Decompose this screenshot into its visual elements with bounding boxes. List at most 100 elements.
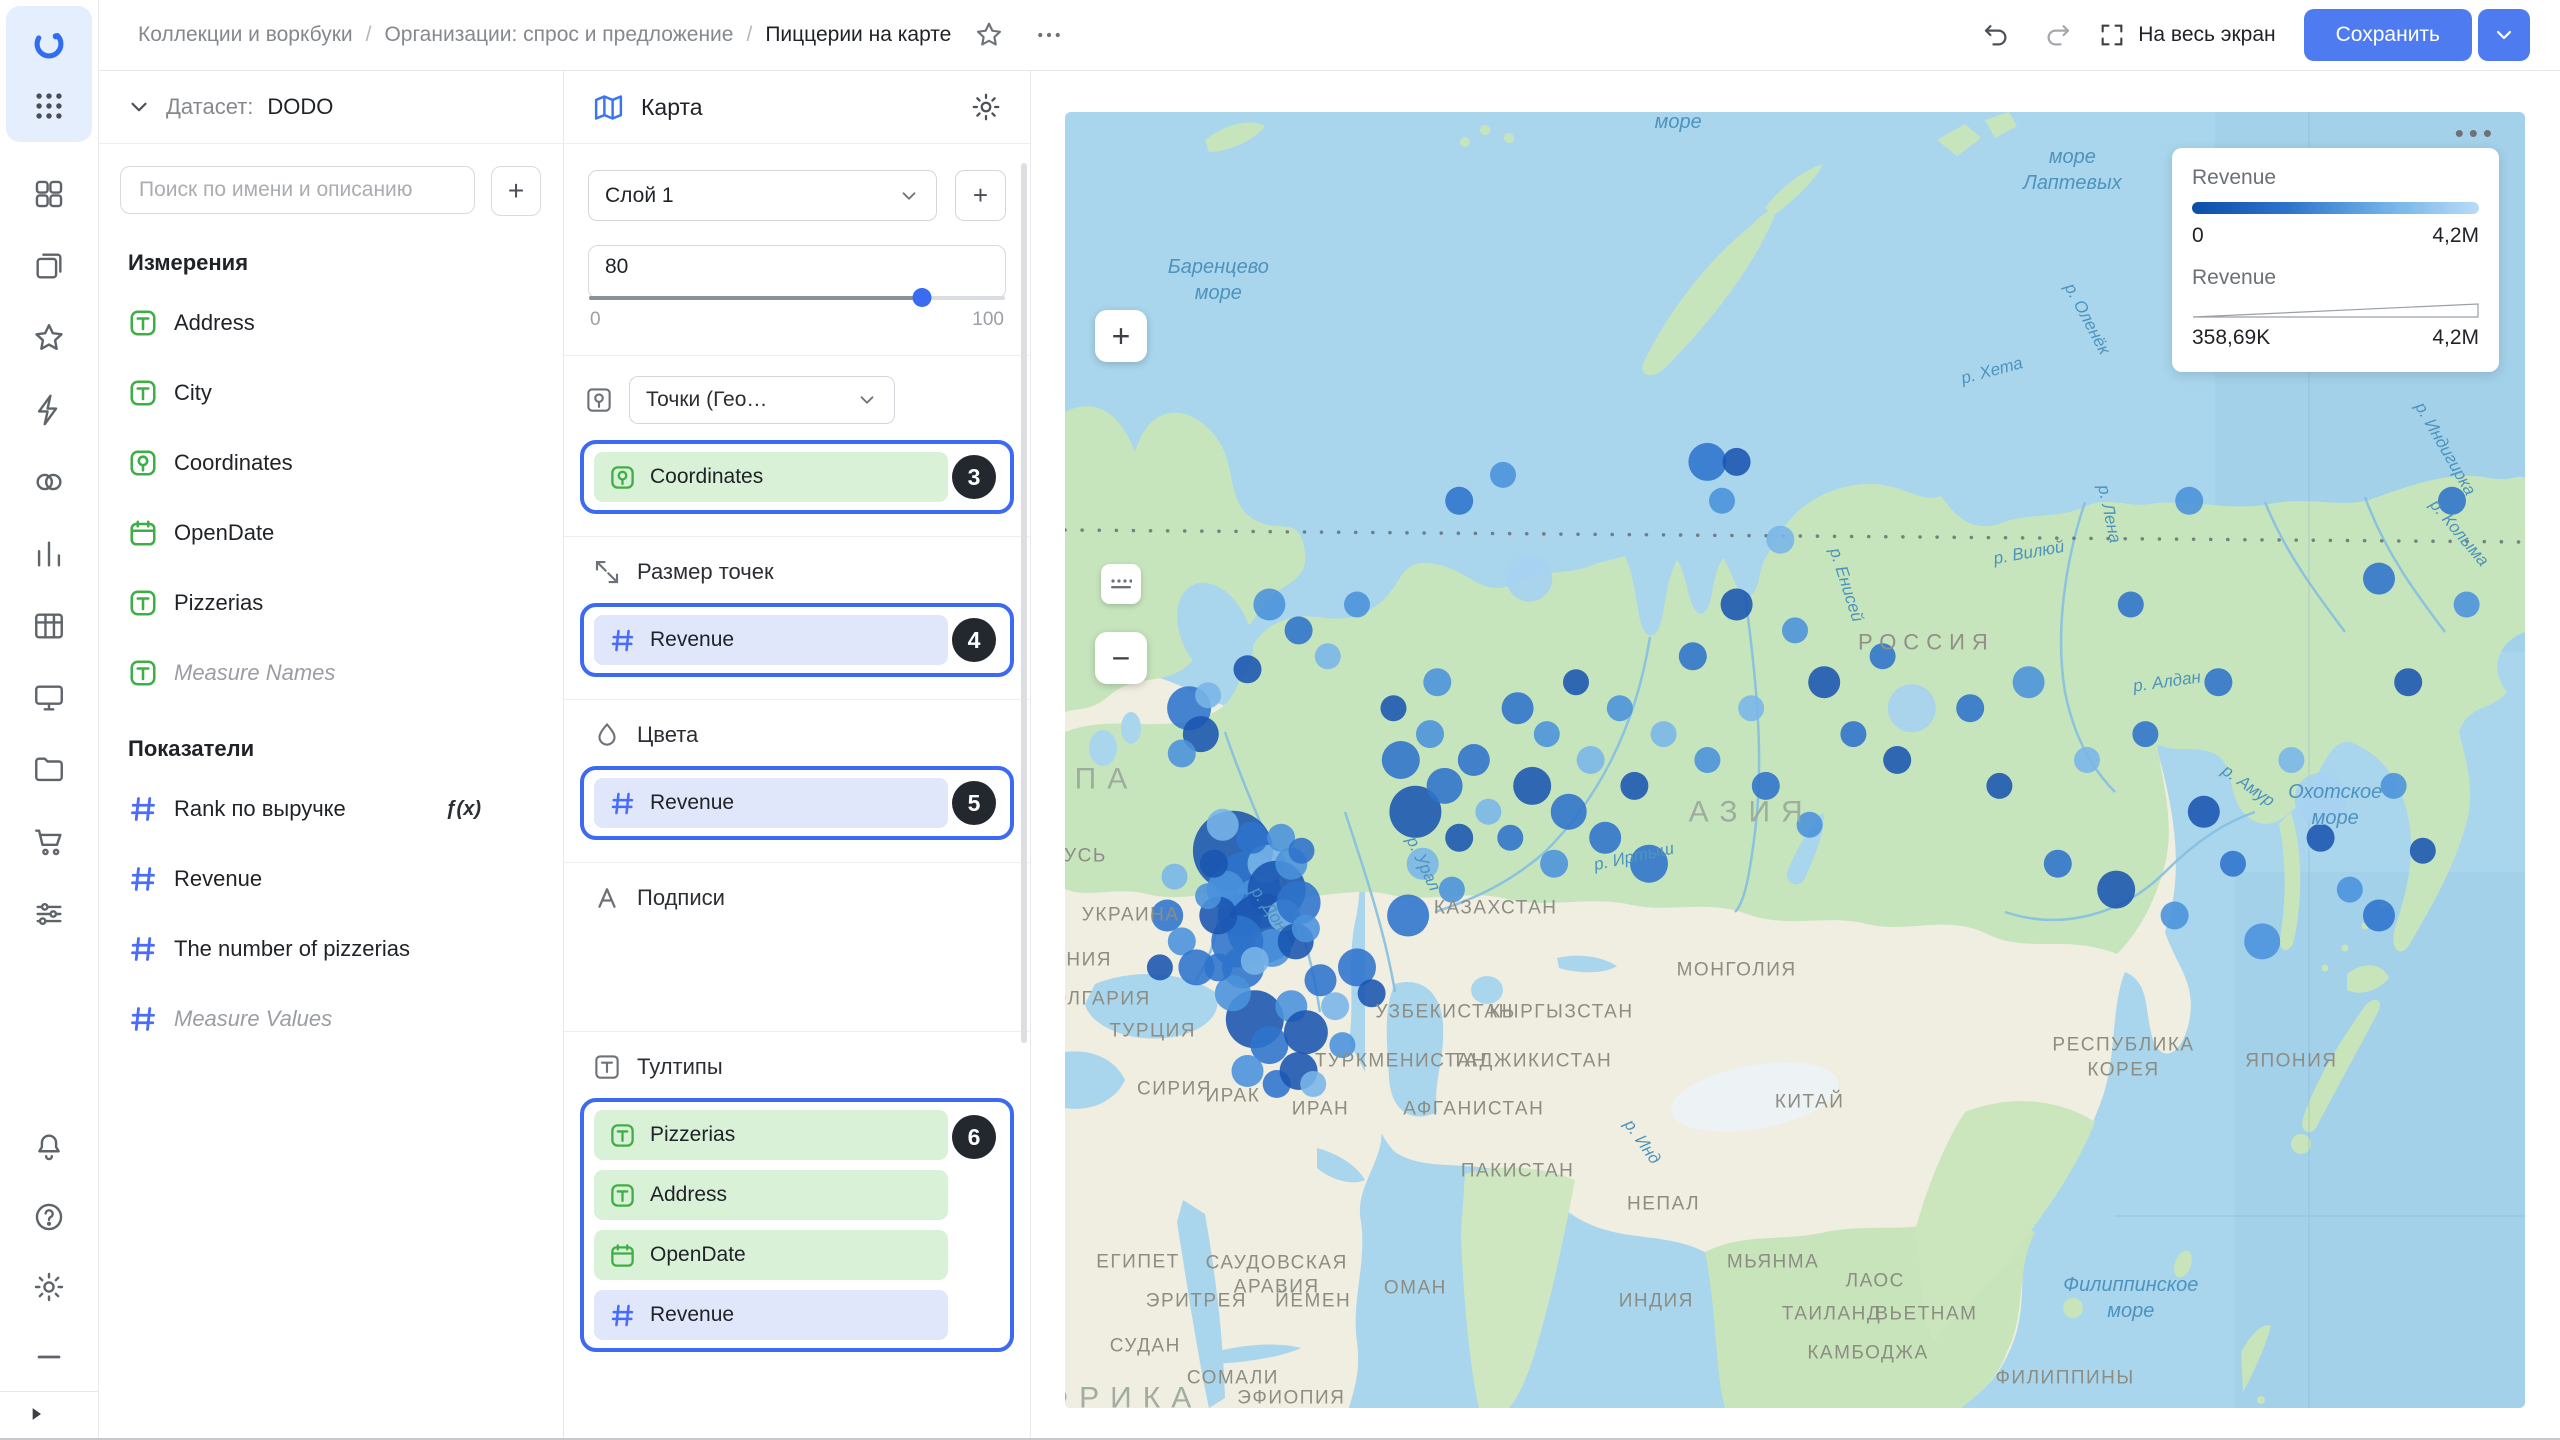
pizzeria-point[interactable] xyxy=(1195,883,1221,909)
pizzeria-point[interactable] xyxy=(1534,721,1560,747)
field-chip-address[interactable]: Address xyxy=(594,1170,948,1220)
pizzeria-point[interactable] xyxy=(2278,747,2304,773)
field-search-input[interactable] xyxy=(120,166,475,214)
field-chip-revenue[interactable]: Revenue xyxy=(594,778,948,828)
pizzeria-point[interactable] xyxy=(1147,954,1173,980)
more-actions-icon[interactable] xyxy=(1027,13,1071,57)
favorites-icon[interactable] xyxy=(25,314,73,362)
redo-icon[interactable] xyxy=(2036,13,2080,57)
pizzeria-point[interactable] xyxy=(1445,487,1473,515)
pizzeria-point[interactable] xyxy=(1709,488,1735,514)
pizzeria-point[interactable] xyxy=(1381,695,1407,721)
pizzeria-point[interactable] xyxy=(1563,669,1589,695)
pizzeria-point[interactable] xyxy=(1178,949,1214,985)
pizzeria-point[interactable] xyxy=(1502,692,1534,724)
pizzeria-point[interactable] xyxy=(2438,487,2466,515)
pizzeria-point[interactable] xyxy=(1168,740,1196,768)
field-chip-revenue[interactable]: Revenue xyxy=(594,615,948,665)
pizzeria-point[interactable] xyxy=(1232,1055,1264,1087)
pizzeria-point[interactable] xyxy=(2097,871,2135,909)
add-field-button[interactable]: + xyxy=(491,166,541,216)
add-layer-button[interactable]: + xyxy=(955,170,1006,221)
field-chip-opendate[interactable]: OpenDate xyxy=(594,1230,948,1280)
pizzeria-point[interactable] xyxy=(1439,877,1465,903)
pizzeria-point[interactable] xyxy=(2454,592,2480,618)
dashboards-icon[interactable] xyxy=(25,170,73,218)
help-icon[interactable] xyxy=(25,1193,73,1241)
pizzeria-point[interactable] xyxy=(1162,864,1188,890)
pizzeria-point[interactable] xyxy=(1797,812,1823,838)
pizzeria-point[interactable] xyxy=(1329,1032,1355,1058)
pizzeria-point[interactable] xyxy=(2363,900,2395,932)
pizzeria-point[interactable] xyxy=(1694,747,1720,773)
pizzeria-point[interactable] xyxy=(2161,902,2189,930)
pizzeria-point[interactable] xyxy=(2337,877,2363,903)
geotype-select[interactable]: Точки (Гео… xyxy=(629,376,895,424)
pizzeria-point[interactable] xyxy=(2175,487,2203,515)
pizzeria-point[interactable] xyxy=(1738,695,1764,721)
dataset-name[interactable]: DODO xyxy=(267,94,333,120)
pizzeria-point[interactable] xyxy=(1651,721,1677,747)
datalens-logo[interactable] xyxy=(25,20,73,68)
pizzeria-point[interactable] xyxy=(1607,695,1633,721)
pizzeria-point[interactable] xyxy=(2394,668,2422,696)
connections-icon[interactable] xyxy=(25,458,73,506)
dataset-collapse-icon[interactable] xyxy=(126,94,152,120)
pizzeria-point[interactable] xyxy=(1315,643,1341,669)
panel-scrollbar[interactable] xyxy=(1021,163,1027,1043)
pizzeria-point[interactable] xyxy=(1870,643,1896,669)
pizzeria-point[interactable] xyxy=(1285,616,1313,644)
field-item-opendate[interactable]: OpenDate xyxy=(98,498,563,568)
editor-icon[interactable] xyxy=(25,386,73,434)
field-item-address[interactable]: Address xyxy=(98,288,563,358)
apps-grid-icon[interactable] xyxy=(25,82,73,130)
pizzeria-point[interactable] xyxy=(1551,794,1587,830)
pizzeria-point[interactable] xyxy=(1423,668,1451,696)
pizzeria-point[interactable] xyxy=(1253,589,1285,621)
opacity-input[interactable]: 80 xyxy=(588,245,1006,299)
chart-settings-gear-icon[interactable] xyxy=(970,91,1002,123)
favorite-star-icon[interactable] xyxy=(967,13,1011,57)
pizzeria-point[interactable] xyxy=(2044,850,2072,878)
layer-select[interactable]: Слой 1 xyxy=(588,170,937,221)
map-canvas[interactable]: мореморе ЛаптевыхБаренцево мореОхотское … xyxy=(1065,112,2525,1408)
breadcrumb-item[interactable]: Организации: спрос и предложение xyxy=(384,23,733,47)
pizzeria-point[interactable] xyxy=(2118,592,2144,618)
pizzeria-point[interactable] xyxy=(2295,773,2347,825)
field-item-revenue[interactable]: Revenue xyxy=(98,844,563,914)
map-more-icon[interactable]: ••• xyxy=(2455,118,2497,149)
pizzeria-point[interactable] xyxy=(1387,895,1429,937)
pizzeria-point[interactable] xyxy=(1427,768,1463,804)
pizzeria-point[interactable] xyxy=(1840,721,1866,747)
workbooks-icon[interactable] xyxy=(25,242,73,290)
pizzeria-point[interactable] xyxy=(1513,767,1551,805)
pizzeria-point[interactable] xyxy=(1723,448,1751,476)
save-options-button[interactable] xyxy=(2478,9,2530,61)
opacity-slider-thumb[interactable] xyxy=(912,288,931,307)
pizzeria-point[interactable] xyxy=(1458,744,1490,776)
pizzeria-point[interactable] xyxy=(1207,809,1239,841)
pizzeria-point[interactable] xyxy=(1445,824,1473,852)
pizzeria-point[interactable] xyxy=(1289,838,1315,864)
pizzeria-point[interactable] xyxy=(1883,746,1911,774)
field-item-pizzerias[interactable]: Pizzerias xyxy=(98,568,563,638)
pizzeria-point[interactable] xyxy=(1475,799,1501,825)
pizzeria-point[interactable] xyxy=(1200,850,1228,878)
pizzeria-point[interactable] xyxy=(2220,851,2246,877)
field-item-rank-по-выручке[interactable]: Rank по выручкеƒ(x) xyxy=(98,774,563,844)
pizzeria-point[interactable] xyxy=(1782,617,1808,643)
pizzeria-point[interactable] xyxy=(1620,772,1648,800)
labels-section[interactable]: Подписи xyxy=(564,863,1030,1032)
field-item-coordinates[interactable]: Coordinates xyxy=(98,428,563,498)
notifications-icon[interactable] xyxy=(25,1123,73,1171)
pizzeria-point[interactable] xyxy=(2381,773,2407,799)
pizzeria-point[interactable] xyxy=(2410,838,2436,864)
field-chip-coordinates[interactable]: Coordinates xyxy=(594,452,948,502)
settings-icon[interactable] xyxy=(25,1263,73,1311)
undo-icon[interactable] xyxy=(1974,13,2018,57)
pizzeria-point[interactable] xyxy=(1292,915,1320,943)
services-icon[interactable] xyxy=(25,890,73,938)
breadcrumb-item[interactable]: Коллекции и воркбуки xyxy=(138,23,353,47)
pizzeria-point[interactable] xyxy=(1766,526,1794,554)
pizzeria-point[interactable] xyxy=(1752,772,1780,800)
